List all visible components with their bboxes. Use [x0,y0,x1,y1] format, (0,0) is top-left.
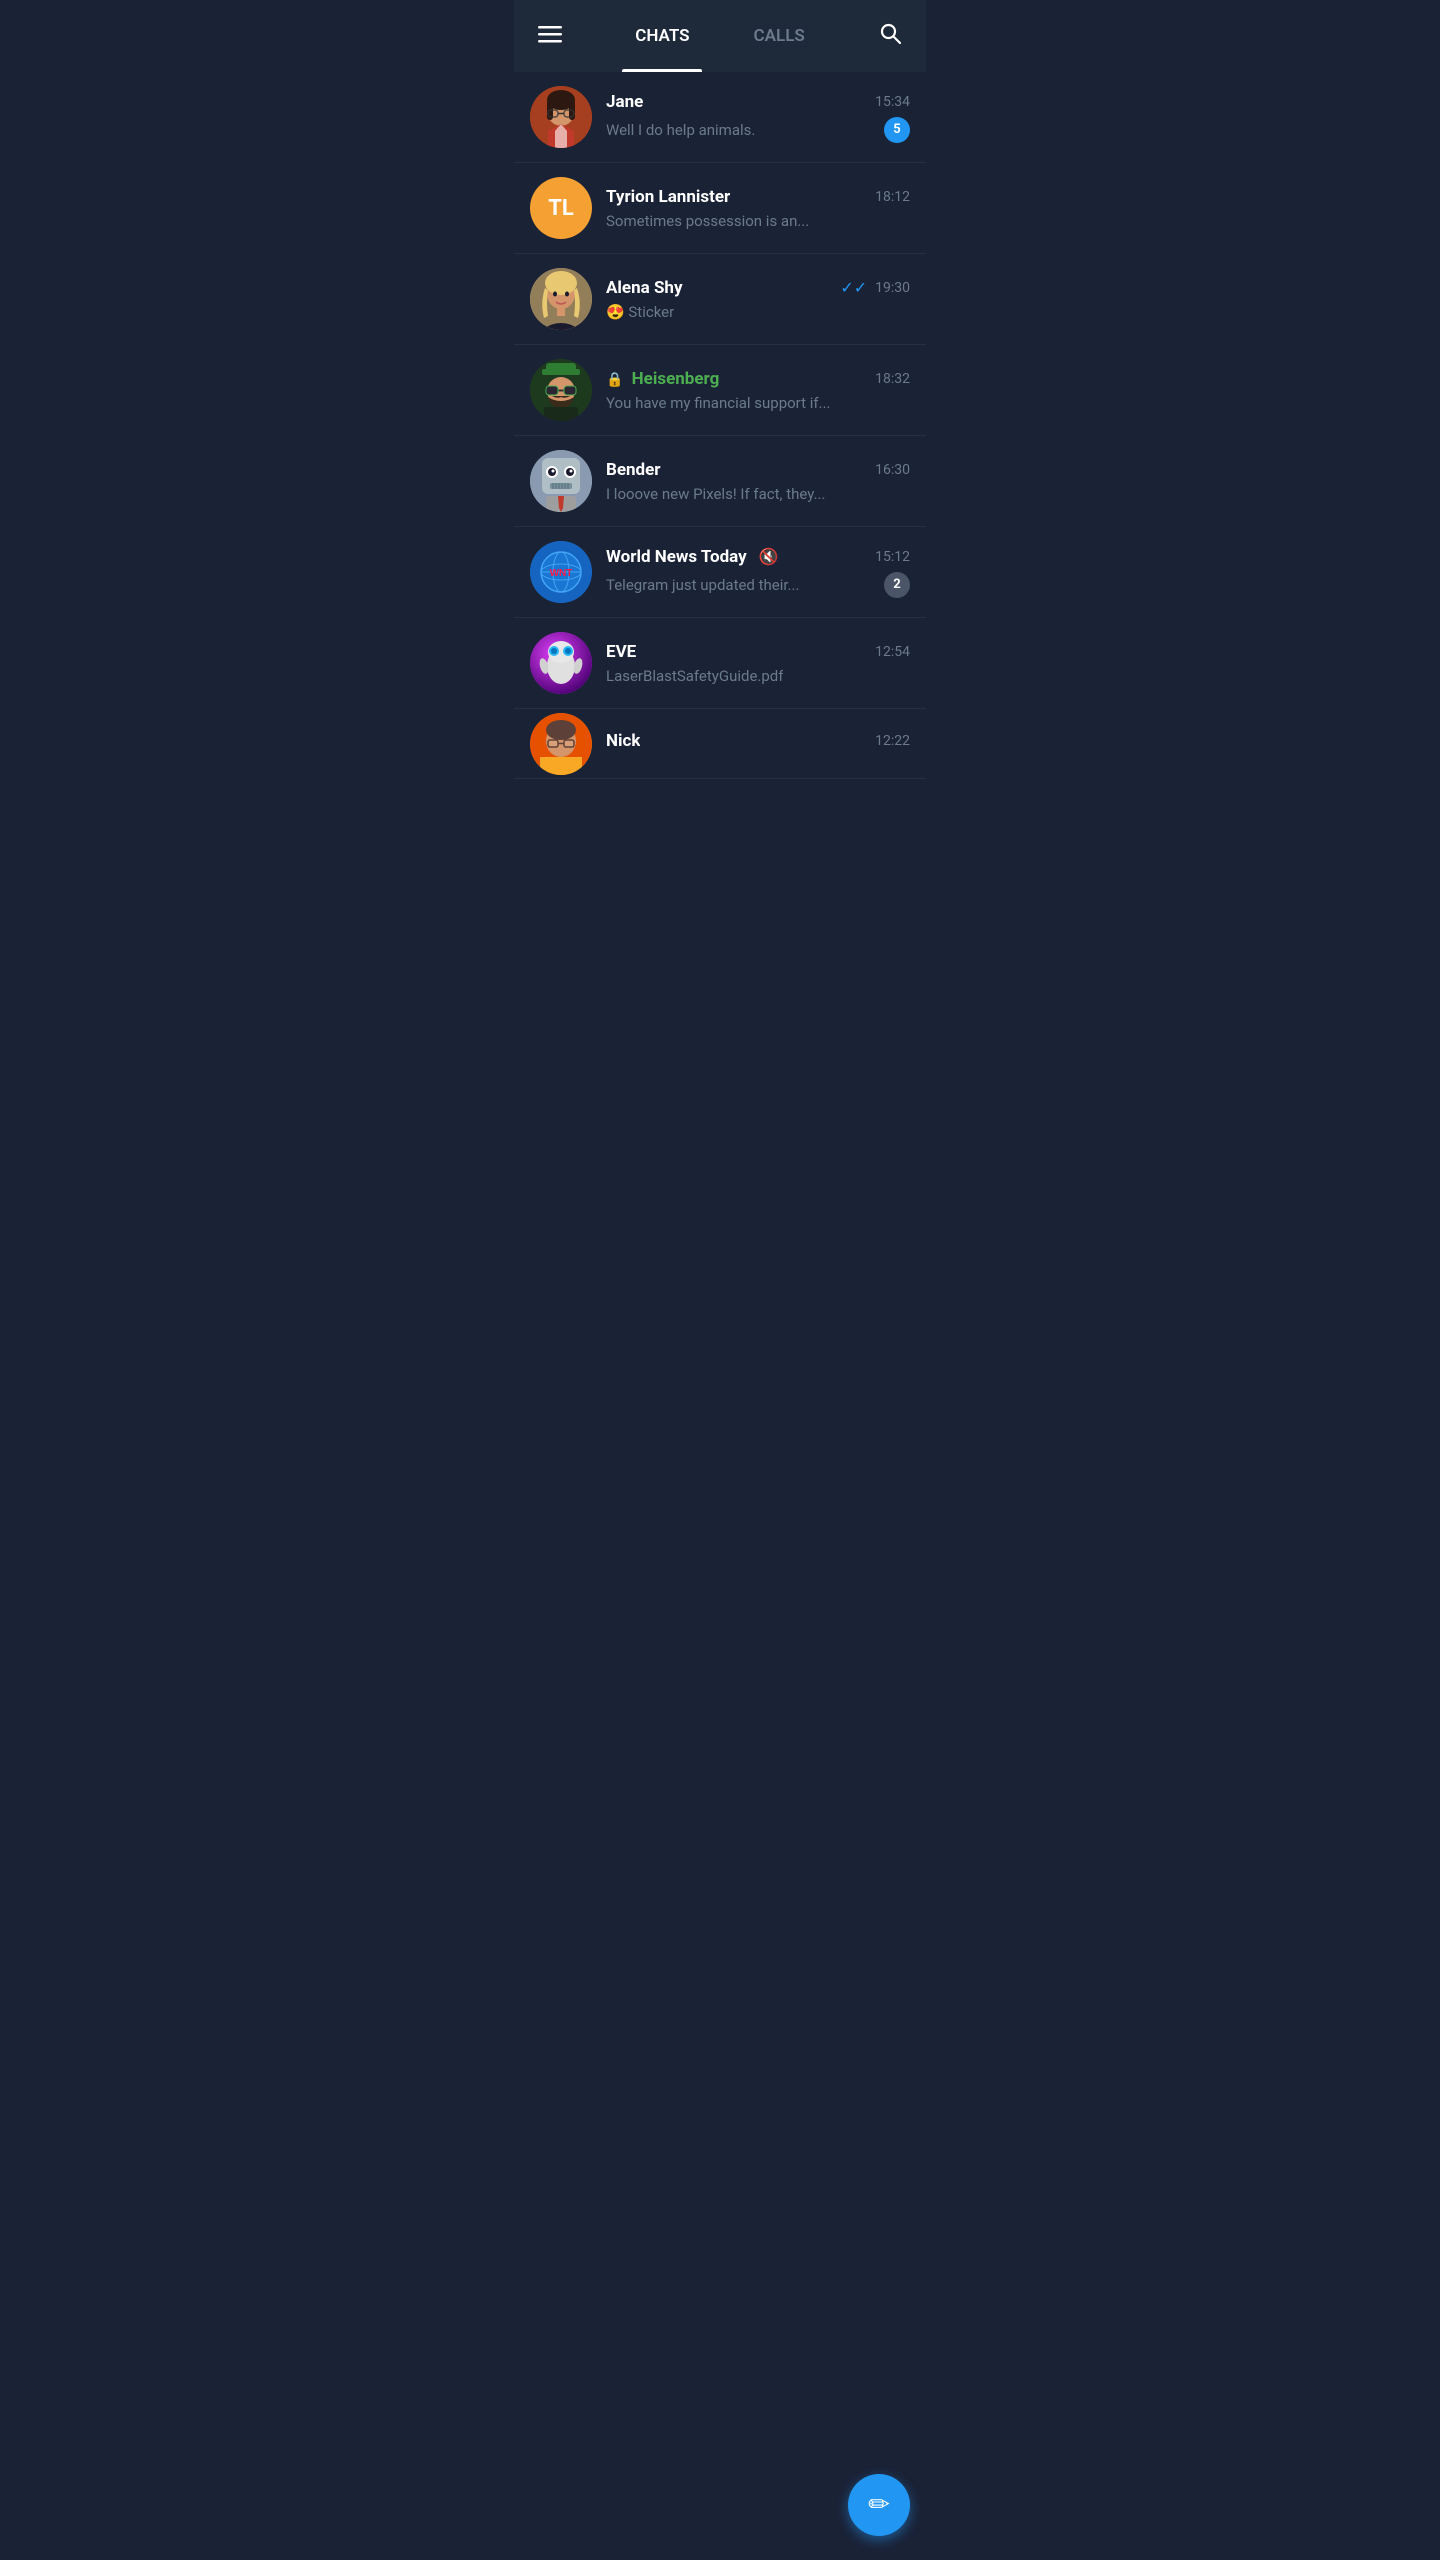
chat-item-tyrion[interactable]: TL Tyrion Lannister 18:12 Sometimes poss… [514,163,926,254]
chat-top-row-heisenberg: 🔒 Heisenberg 18:32 [606,369,910,389]
unread-badge-wnt: 2 [884,572,910,598]
chat-preview-jane: Well I do help animals. [606,121,755,139]
chat-top-row-eve: EVE 12:54 [606,642,910,662]
chat-preview-eve: LaserBlastSafetyGuide.pdf [606,667,783,685]
chat-time-eve: 12:54 [875,644,910,660]
chat-time-bender: 16:30 [875,462,910,478]
chat-preview-tyrion: Sometimes possession is an... [606,212,809,230]
chat-top-row-nick: Nick 12:22 [606,731,910,751]
avatar-nick [530,713,592,775]
chat-item-heisenberg[interactable]: 🔒 Heisenberg 18:32 You have my financial… [514,345,926,436]
chat-bottom-row-tyrion: Sometimes possession is an... [606,212,910,230]
chat-name-alena: Alena Shy [606,278,683,298]
double-check-alena: ✓✓ [840,278,867,297]
chat-bottom-row-wnt: Telegram just updated their... 2 [606,572,910,598]
compose-fab[interactable]: ✏ [848,2474,910,2536]
chat-name-nick: Nick [606,731,640,751]
tab-calls[interactable]: CALLS [722,0,837,72]
avatar-eve [530,632,592,694]
chat-list: Jane 15:34 Well I do help animals. 5 TL … [514,72,926,779]
unread-badge-jane: 5 [884,117,910,143]
chat-item-alena[interactable]: Alena Shy ✓✓ 19:30 😍 Sticker [514,254,926,345]
chat-preview-heisenberg: You have my financial support if... [606,394,831,412]
chat-content-nick: Nick 12:22 [606,731,910,756]
chat-name-heisenberg: 🔒 Heisenberg [606,369,719,389]
chat-item-bender[interactable]: Bender 16:30 I looove new Pixels! If fac… [514,436,926,527]
chat-content-bender: Bender 16:30 I looove new Pixels! If fac… [606,460,910,503]
chat-time-heisenberg: 18:32 [875,371,910,387]
chat-bottom-row-bender: I looove new Pixels! If fact, they... [606,485,910,503]
chat-item-nick[interactable]: Nick 12:22 [514,709,926,779]
chat-content-tyrion: Tyrion Lannister 18:12 Sometimes possess… [606,187,910,230]
menu-icon[interactable] [530,14,570,59]
chat-time-wnt: 15:12 [875,549,910,565]
search-icon[interactable] [870,13,910,59]
svg-text:WNT: WNT [550,568,573,579]
chat-preview-alena: 😍 Sticker [606,303,674,321]
mute-icon-wnt: 🔇 [759,547,779,566]
app-header: CHATS CALLS [514,0,926,72]
compose-icon: ✏ [868,2490,890,2520]
chat-bottom-row-jane: Well I do help animals. 5 [606,117,910,143]
chat-content-eve: EVE 12:54 LaserBlastSafetyGuide.pdf [606,642,910,685]
chat-time-nick: 12:22 [875,733,910,749]
chat-bottom-row-heisenberg: You have my financial support if... [606,394,910,412]
lock-icon-heisenberg: 🔒 [606,372,623,388]
chat-time-jane: 15:34 [875,94,910,110]
chat-name-wnt: World News Today 🔇 [606,547,779,567]
header-tabs: CHATS CALLS [570,0,870,72]
chat-content-heisenberg: 🔒 Heisenberg 18:32 You have my financial… [606,369,910,412]
chat-top-row-bender: Bender 16:30 [606,460,910,480]
avatar-jane [530,86,592,148]
chat-name-tyrion: Tyrion Lannister [606,187,730,207]
chat-item-wnt[interactable]: WNT World News Today 🔇 15:12 Telegram ju… [514,527,926,618]
chat-top-row-tyrion: Tyrion Lannister 18:12 [606,187,910,207]
chat-content-jane: Jane 15:34 Well I do help animals. 5 [606,92,910,143]
chat-content-wnt: World News Today 🔇 15:12 Telegram just u… [606,547,910,598]
chat-preview-bender: I looove new Pixels! If fact, they... [606,485,825,503]
chat-name-jane: Jane [606,92,643,112]
tab-chats-label: CHATS [635,26,689,46]
chat-top-row-wnt: World News Today 🔇 15:12 [606,547,910,567]
chat-time-tyrion: 18:12 [875,189,910,205]
tab-calls-label: CALLS [754,26,805,46]
chat-name-eve: EVE [606,642,636,662]
chat-time-alena: ✓✓ 19:30 [840,278,910,297]
chat-bottom-row-alena: 😍 Sticker [606,303,910,321]
chat-top-row-jane: Jane 15:34 [606,92,910,112]
avatar-tyrion: TL [530,177,592,239]
chat-content-alena: Alena Shy ✓✓ 19:30 😍 Sticker [606,278,910,321]
chat-name-bender: Bender [606,460,661,480]
tab-chats[interactable]: CHATS [603,0,721,72]
avatar-bender [530,450,592,512]
avatar-alena [530,268,592,330]
chat-item-jane[interactable]: Jane 15:34 Well I do help animals. 5 [514,72,926,163]
chat-top-row-alena: Alena Shy ✓✓ 19:30 [606,278,910,298]
chat-bottom-row-eve: LaserBlastSafetyGuide.pdf [606,667,910,685]
avatar-heisenberg [530,359,592,421]
avatar-wnt: WNT [530,541,592,603]
chat-item-eve[interactable]: EVE 12:54 LaserBlastSafetyGuide.pdf [514,618,926,709]
chat-preview-wnt: Telegram just updated their... [606,576,799,594]
